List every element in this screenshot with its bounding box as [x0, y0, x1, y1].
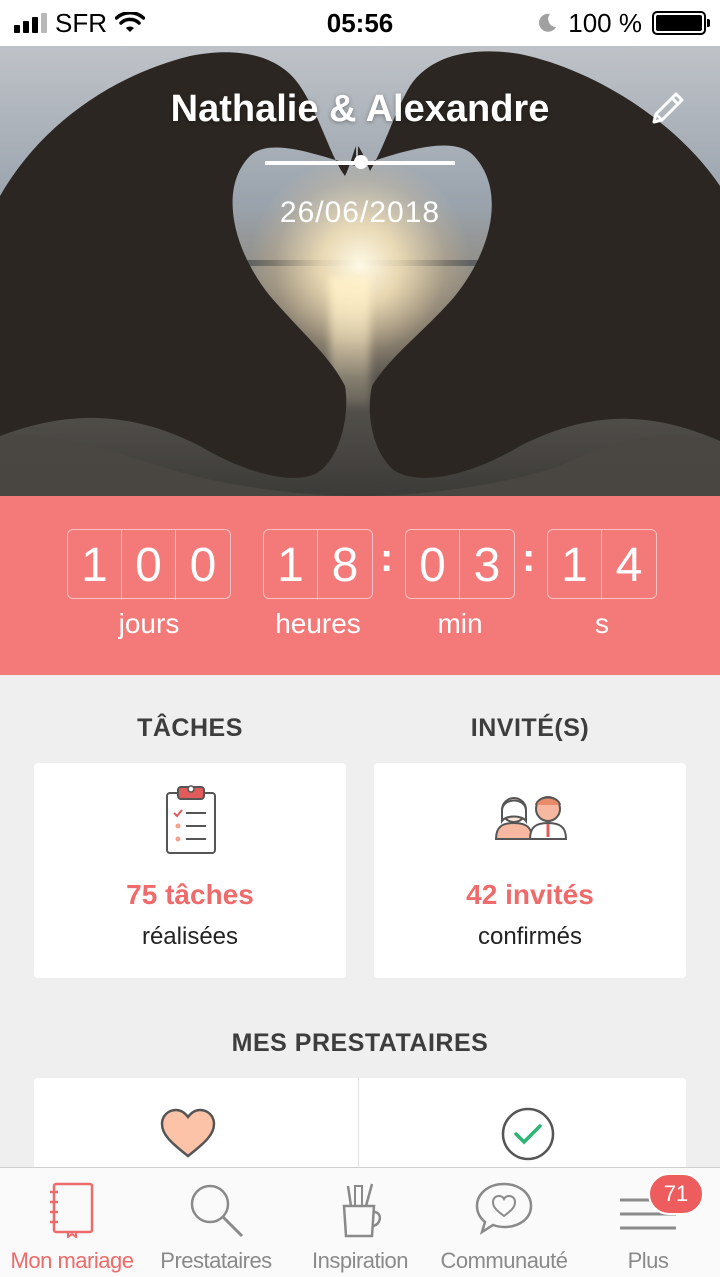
favorite-heart-icon[interactable] [160, 1108, 216, 1160]
edit-pencil-icon[interactable] [648, 86, 690, 128]
tab-prestataires[interactable]: Prestataires [144, 1168, 288, 1277]
countdown-digit: 8 [331, 538, 359, 592]
vendors-divider [358, 1078, 359, 1178]
signal-icon [14, 13, 47, 33]
countdown-digit: 4 [615, 538, 643, 592]
search-icon [190, 1184, 244, 1238]
countdown-digit: 0 [189, 538, 217, 592]
battery-icon [652, 11, 710, 35]
tab-label: Mon mariage [10, 1248, 134, 1273]
couple-names: Nathalie & Alexandre [170, 88, 550, 130]
tasks-count: 75 tâches [126, 879, 254, 910]
notebook-icon [50, 1182, 94, 1238]
pencil-cup-icon [342, 1183, 382, 1238]
tasks-subtitle: réalisées [141, 923, 239, 950]
seconds-label: s [595, 608, 609, 639]
tab-label: Plus [627, 1248, 669, 1273]
clipboard-checklist-icon [166, 785, 216, 854]
wifi-icon [115, 12, 145, 32]
notification-badge: 71 [648, 1173, 704, 1215]
status-left: SFR [14, 8, 145, 39]
guests-count: 42 invités [466, 879, 594, 910]
wedding-date: 26/06/2018 [279, 196, 441, 229]
vendors-card [34, 1078, 686, 1178]
tab-inspiration[interactable]: Inspiration [288, 1168, 432, 1277]
guests-subtitle: confirmés [477, 923, 583, 950]
countdown-digit: 1 [548, 530, 602, 600]
minutes-label: min [437, 608, 483, 639]
tab-label: Prestataires [160, 1248, 272, 1273]
countdown-days: 1 0 0 [67, 529, 231, 600]
countdown-colon: : [380, 536, 394, 580]
tasks-title: TÂCHES [137, 714, 243, 742]
countdown-digit: 1 [264, 530, 318, 600]
days-label: jours [118, 608, 180, 639]
moon-icon [539, 13, 557, 32]
tab-label: Communauté [440, 1248, 568, 1273]
tab-communaute[interactable]: Communauté [432, 1168, 576, 1277]
tasks-card[interactable]: 75 tâches réalisées [34, 763, 346, 978]
status-right: 100 % [536, 7, 710, 39]
tab-label: Inspiration [311, 1248, 409, 1273]
hero-banner: Nathalie & Alexandre 26/06/2018 [0, 46, 720, 496]
hero-divider-dot [354, 155, 368, 169]
countdown-hours: 1 8 [263, 529, 373, 600]
guests-title: INVITÉ(S) [470, 714, 590, 742]
booked-check-icon[interactable] [500, 1106, 556, 1162]
chat-heart-icon [475, 1182, 533, 1235]
countdown-seconds: 1 4 [547, 529, 657, 600]
countdown-digit: 0 [122, 530, 176, 600]
couple-guests-icon [494, 796, 568, 840]
guests-card[interactable]: 42 invités confirmés [374, 763, 686, 978]
carrier-label: SFR [55, 7, 107, 38]
battery-percent: 100 % [568, 7, 642, 38]
vendors-title: MES PRESTATAIRES [231, 1029, 489, 1057]
countdown-digit: 3 [473, 538, 501, 592]
tab-bar: Mon mariage Prestataires Inspiration Com… [0, 1167, 720, 1277]
tab-mon-mariage[interactable]: Mon mariage [0, 1168, 144, 1277]
hours-label: heures [275, 608, 361, 639]
status-bar: SFR 05:56 100 % [0, 0, 720, 46]
countdown-minutes: 0 3 [405, 529, 515, 600]
countdown-panel: 1 0 0 1 8 : 0 3 : 1 4 jours heures min s [0, 496, 720, 675]
countdown-digit: 1 [68, 530, 122, 600]
countdown-colon: : [522, 536, 536, 580]
countdown-digit: 0 [406, 530, 460, 600]
